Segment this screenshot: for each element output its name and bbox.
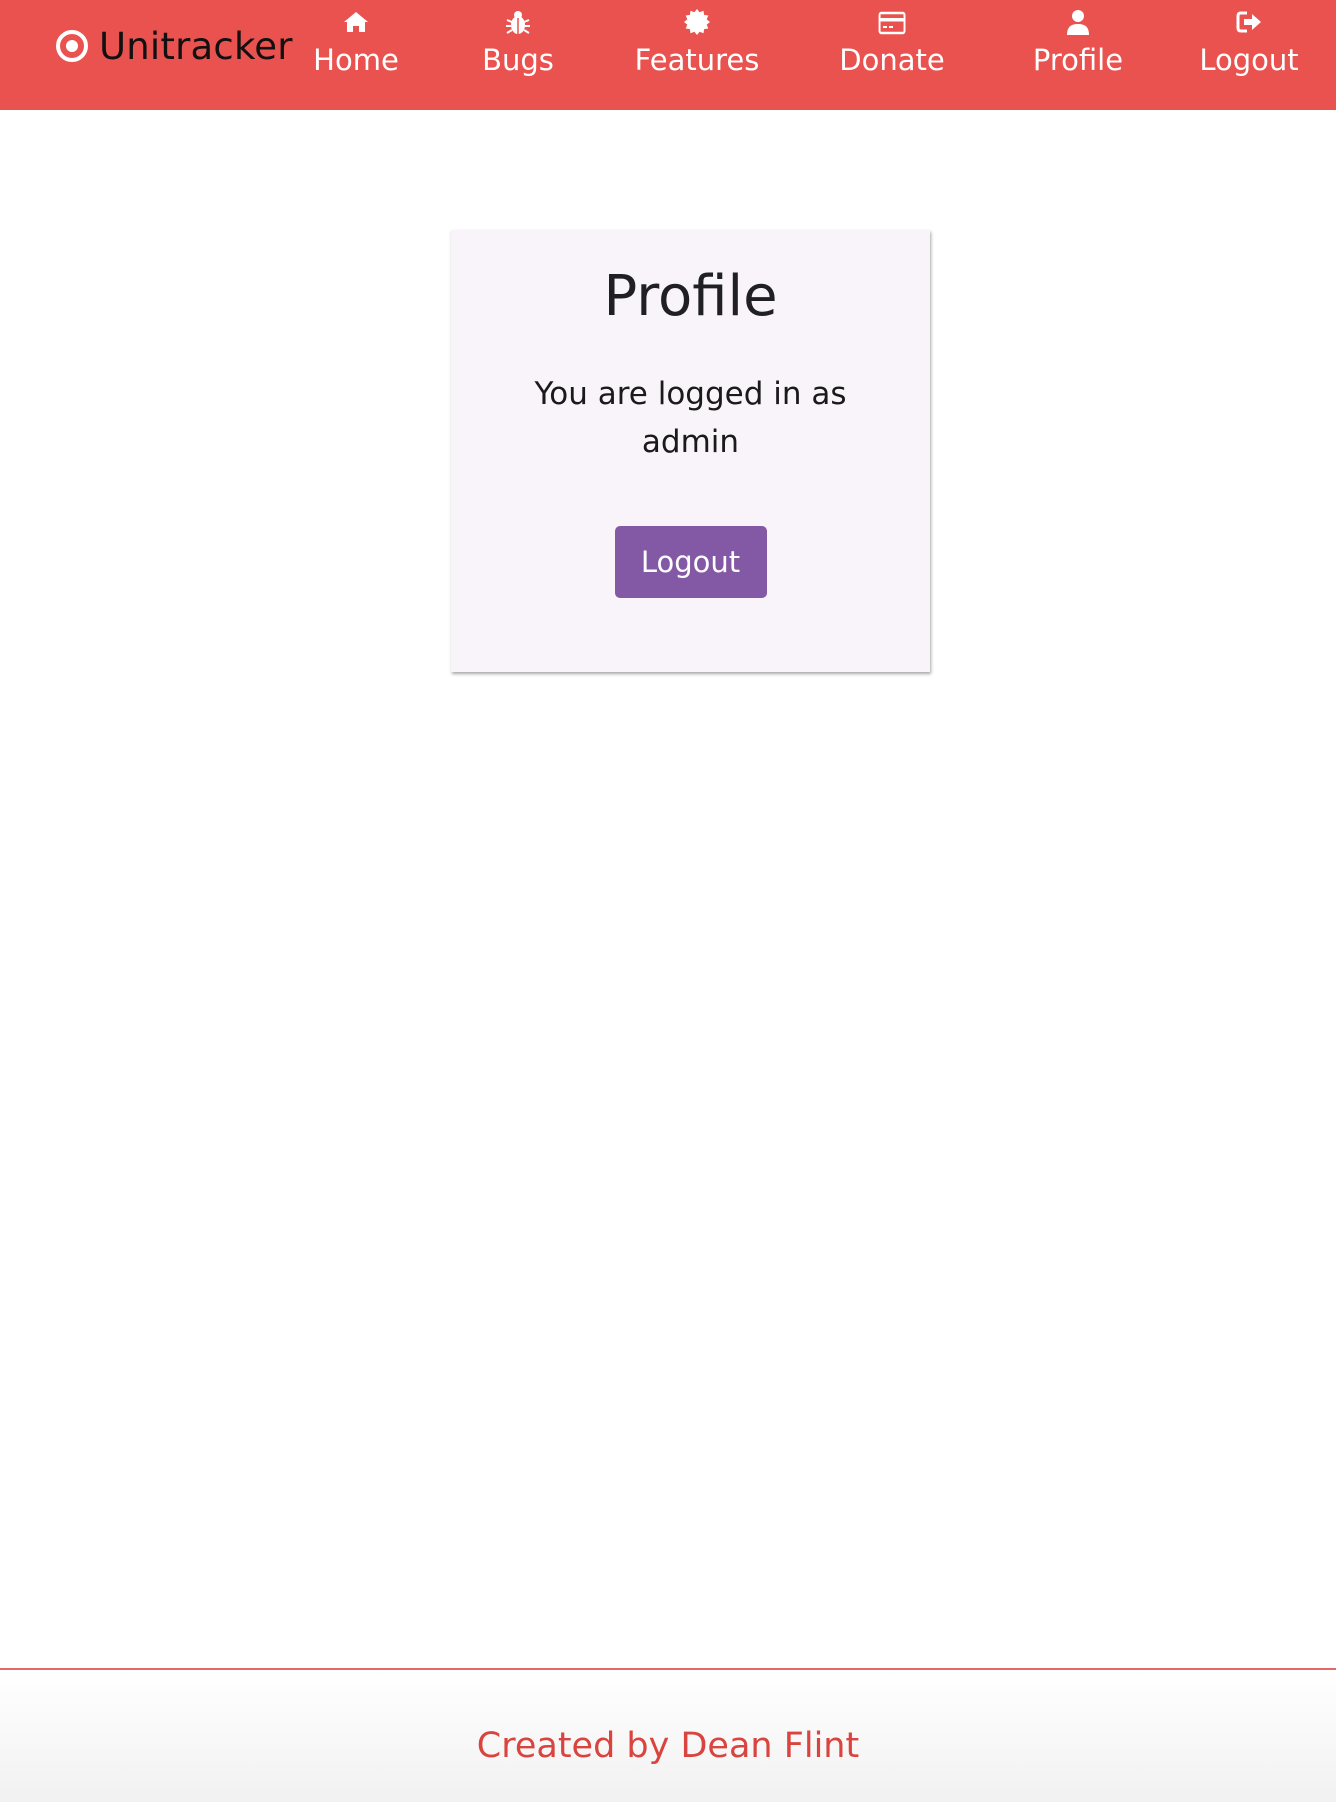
brand-link[interactable]: Unitracker: [55, 22, 293, 70]
nav-item-home[interactable]: Home: [311, 8, 401, 92]
nav-label-donate: Donate: [839, 43, 945, 77]
nav-item-donate[interactable]: Donate: [837, 8, 947, 92]
nav-label-features: Features: [634, 43, 760, 77]
brand-name: Unitracker: [99, 24, 293, 68]
nav-item-features[interactable]: Features: [632, 8, 762, 92]
footer-credit: Created by Dean Flint: [476, 1726, 860, 1766]
credit-card-icon: [878, 11, 906, 35]
login-status-text: You are logged in as admin: [534, 376, 847, 460]
profile-card: Profile You are logged in as admin Logou…: [451, 230, 930, 672]
nav-item-profile[interactable]: Profile: [1028, 8, 1128, 92]
nav-label-logout: Logout: [1199, 43, 1299, 77]
nav-item-logout[interactable]: Logout: [1196, 8, 1302, 92]
home-icon: [344, 12, 368, 32]
page-title: Profile: [603, 264, 778, 329]
logout-icon: [1236, 11, 1261, 33]
user-icon: [1067, 10, 1089, 35]
certificate-icon: [684, 9, 710, 35]
nav-item-bugs[interactable]: Bugs: [478, 8, 558, 92]
footer: Created by Dean Flint: [0, 1668, 1336, 1802]
target-icon: [56, 30, 88, 62]
navbar: Unitracker Home Bugs Features Donate Pro…: [0, 0, 1336, 110]
page: Unitracker Home Bugs Features Donate Pro…: [0, 0, 1336, 1802]
bug-icon: [506, 11, 530, 34]
logout-button[interactable]: Logout: [614, 526, 767, 598]
nav-label-profile: Profile: [1032, 43, 1124, 77]
nav-label-home: Home: [313, 43, 399, 77]
nav-label-bugs: Bugs: [482, 43, 554, 77]
